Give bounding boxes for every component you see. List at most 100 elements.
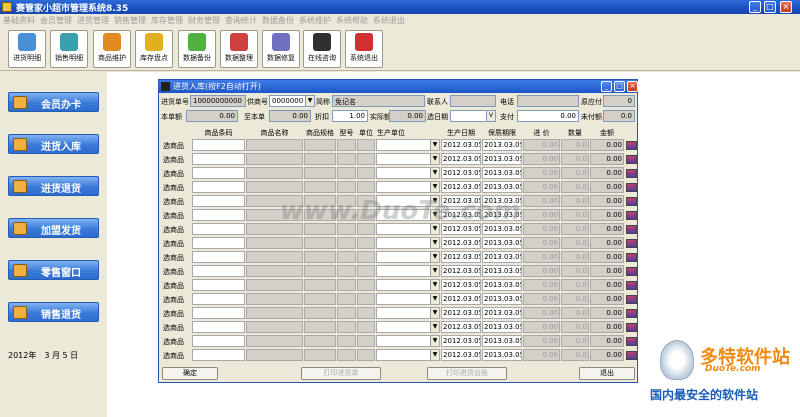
qty-cell[interactable]: 0.0: [561, 279, 589, 291]
manufacturer-cell[interactable]: ▼: [376, 139, 440, 151]
row-edit-icon[interactable]: [626, 141, 637, 150]
select-product-button[interactable]: 选商品: [161, 349, 191, 361]
select-product-button[interactable]: 选商品: [161, 195, 191, 207]
manufacturer-cell[interactable]: ▼: [376, 251, 440, 263]
row-edit-icon[interactable]: [626, 323, 637, 332]
row-edit-icon[interactable]: [626, 253, 637, 262]
menu-item[interactable]: 库存管理: [148, 14, 185, 26]
expire-date-cell[interactable]: 2013.03.05: [482, 251, 522, 263]
qty-cell[interactable]: 0.0: [561, 153, 589, 165]
manufacturer-cell[interactable]: ▼: [376, 321, 440, 333]
expire-date-cell[interactable]: 2013.03.05: [482, 307, 522, 319]
price-cell[interactable]: 0.00: [523, 237, 560, 249]
model-cell[interactable]: [337, 251, 356, 263]
model-cell[interactable]: [337, 335, 356, 347]
toolbar-button[interactable]: 进货明细: [8, 30, 46, 68]
product-spec-cell[interactable]: [304, 335, 336, 347]
chevron-down-icon[interactable]: ▼: [430, 140, 439, 150]
row-edit-icon[interactable]: [626, 155, 637, 164]
qty-cell[interactable]: 0.0: [561, 167, 589, 179]
price-cell[interactable]: 0.00: [523, 153, 560, 165]
row-edit-icon[interactable]: [626, 169, 637, 178]
menu-item[interactable]: 系统退出: [370, 14, 407, 26]
chevron-down-icon[interactable]: ▼: [430, 350, 439, 360]
pay-field[interactable]: 0.00: [517, 110, 579, 122]
qty-cell[interactable]: 0.0: [561, 321, 589, 333]
menu-item[interactable]: 系统帮助: [333, 14, 370, 26]
barcode-cell[interactable]: [192, 167, 245, 179]
menu-item[interactable]: 查询统计: [222, 14, 259, 26]
model-cell[interactable]: [337, 265, 356, 277]
model-cell[interactable]: [337, 167, 356, 179]
qty-cell[interactable]: 0.0: [561, 237, 589, 249]
manufacturer-cell[interactable]: ▼: [376, 167, 440, 179]
unit-cell[interactable]: [357, 153, 375, 165]
expire-date-cell[interactable]: 2013.03.05: [482, 237, 522, 249]
prod-date-cell[interactable]: 2012.03.05: [441, 167, 481, 179]
barcode-cell[interactable]: [192, 153, 245, 165]
qty-cell[interactable]: 0.0: [561, 335, 589, 347]
select-product-button[interactable]: 选商品: [161, 321, 191, 333]
chevron-down-icon[interactable]: ▼: [430, 182, 439, 192]
price-cell[interactable]: 0.00: [523, 293, 560, 305]
amount-cell[interactable]: 0.00: [590, 349, 624, 361]
expire-date-cell[interactable]: 2013.03.05: [482, 167, 522, 179]
manufacturer-cell[interactable]: ▼: [376, 349, 440, 361]
model-cell[interactable]: [337, 153, 356, 165]
toolbar-button[interactable]: 数据修复: [262, 30, 300, 68]
product-name-cell[interactable]: [246, 167, 303, 179]
product-spec-cell[interactable]: [304, 139, 336, 151]
product-spec-cell[interactable]: [304, 265, 336, 277]
amount-cell[interactable]: 0.00: [590, 195, 624, 207]
row-edit-icon[interactable]: [626, 351, 637, 360]
unit-cell[interactable]: [357, 167, 375, 179]
barcode-cell[interactable]: [192, 181, 245, 193]
price-cell[interactable]: 0.00: [523, 265, 560, 277]
menu-item[interactable]: 销售管理: [111, 14, 148, 26]
row-edit-icon[interactable]: [626, 295, 637, 304]
barcode-cell[interactable]: [192, 265, 245, 277]
toolbar-button[interactable]: 系统退出: [345, 30, 383, 68]
manufacturer-cell[interactable]: ▼: [376, 237, 440, 249]
model-cell[interactable]: [337, 293, 356, 305]
amount-cell[interactable]: 0.00: [590, 237, 624, 249]
chevron-down-icon[interactable]: ▼: [430, 322, 439, 332]
barcode-cell[interactable]: [192, 195, 245, 207]
unit-cell[interactable]: [357, 265, 375, 277]
row-edit-icon[interactable]: [626, 197, 637, 206]
prod-date-cell[interactable]: 2012.03.05: [441, 349, 481, 361]
product-spec-cell[interactable]: [304, 181, 336, 193]
manufacturer-cell[interactable]: ▼: [376, 307, 440, 319]
model-cell[interactable]: [337, 139, 356, 151]
manufacturer-cell[interactable]: ▼: [376, 265, 440, 277]
select-product-button[interactable]: 选商品: [161, 237, 191, 249]
barcode-cell[interactable]: [192, 321, 245, 333]
price-cell[interactable]: 0.00: [523, 279, 560, 291]
toolbar-button[interactable]: 销售明细: [50, 30, 88, 68]
qty-cell[interactable]: 0.0: [561, 181, 589, 193]
nav-button[interactable]: 进货入库: [8, 134, 99, 154]
row-edit-icon[interactable]: [626, 267, 637, 276]
barcode-cell[interactable]: [192, 251, 245, 263]
row-edit-icon[interactable]: [626, 239, 637, 248]
amount-cell[interactable]: 0.00: [590, 139, 624, 151]
product-spec-cell[interactable]: [304, 237, 336, 249]
unit-cell[interactable]: [357, 279, 375, 291]
product-name-cell[interactable]: [246, 237, 303, 249]
prod-date-cell[interactable]: 2012.03.05: [441, 153, 481, 165]
prod-date-cell[interactable]: 2012.03.05: [441, 237, 481, 249]
chevron-down-icon[interactable]: ▼: [430, 336, 439, 346]
close-button[interactable]: ×: [780, 1, 792, 13]
menu-item[interactable]: 数据备份: [259, 14, 296, 26]
unit-cell[interactable]: [357, 293, 375, 305]
model-cell[interactable]: [337, 349, 356, 361]
chevron-down-icon[interactable]: ▼: [430, 280, 439, 290]
price-cell[interactable]: 0.00: [523, 321, 560, 333]
expire-date-cell[interactable]: 2013.03.05: [482, 321, 522, 333]
qty-cell[interactable]: 0.0: [561, 349, 589, 361]
product-spec-cell[interactable]: [304, 167, 336, 179]
chevron-down-icon[interactable]: ▼: [430, 168, 439, 178]
price-cell[interactable]: 0.00: [523, 349, 560, 361]
product-spec-cell[interactable]: [304, 251, 336, 263]
expire-date-cell[interactable]: 2013.03.05: [482, 153, 522, 165]
